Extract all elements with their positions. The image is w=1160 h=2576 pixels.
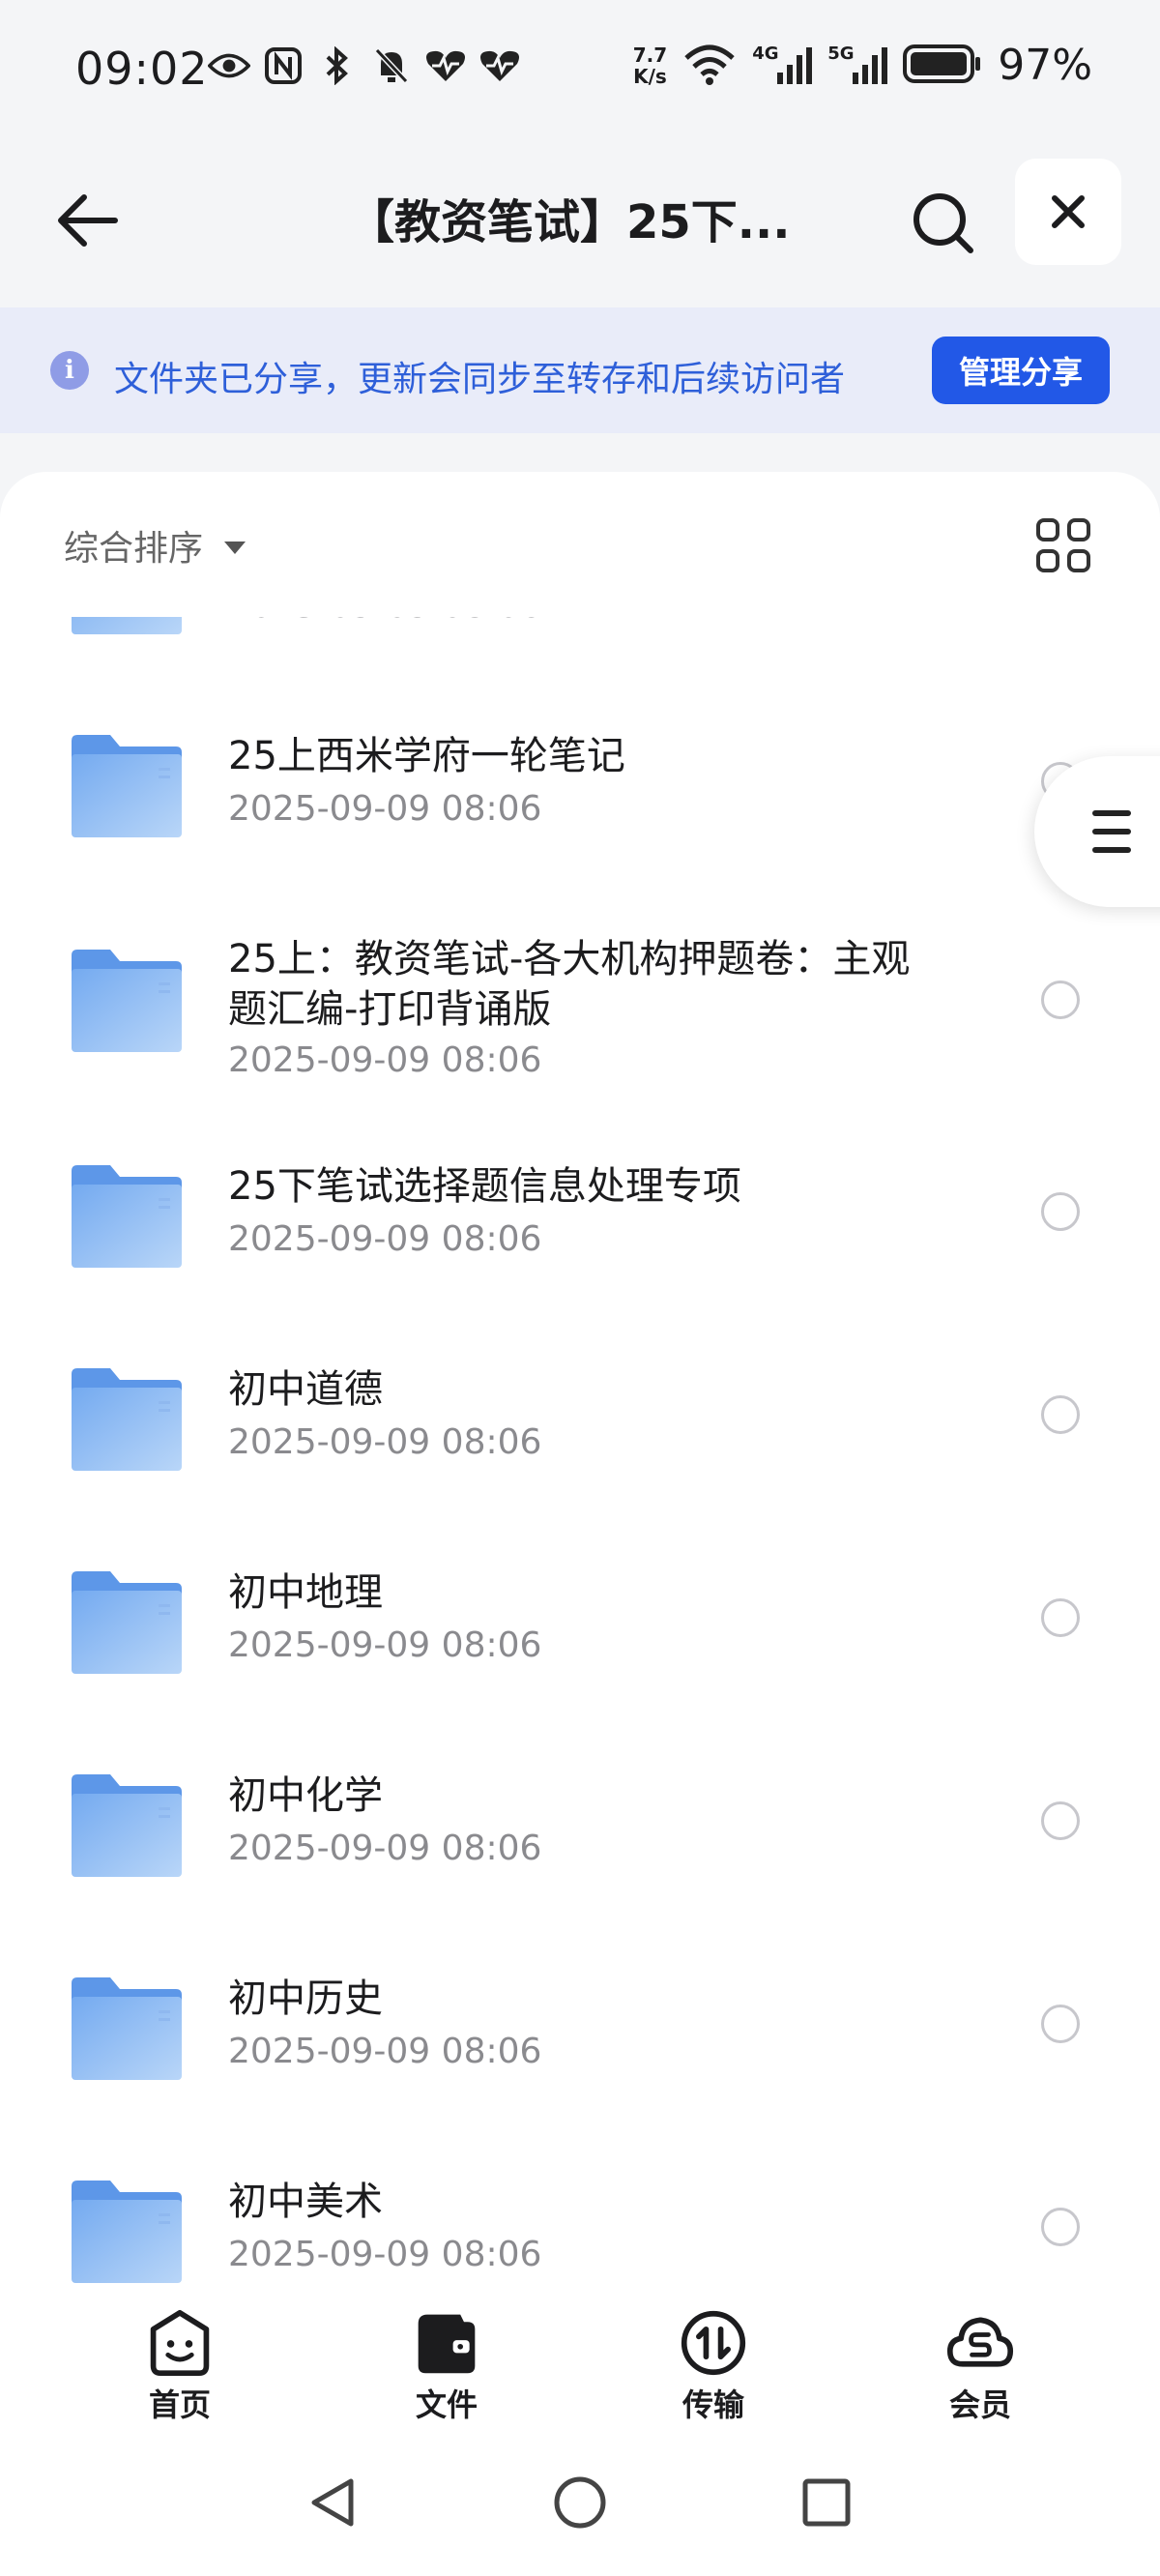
file-list[interactable]: 25上西米学府二轮笔记2025-09-09 08:06 25上西米学府一轮笔记 20… — [0, 617, 1160, 2290]
file-date: 2025-09-09 08:06 — [228, 1040, 542, 1080]
battery-percent: 97% — [998, 41, 1092, 90]
file-name: 初中历史 — [228, 1976, 383, 2021]
heart-rate-icon — [424, 46, 467, 85]
signal-4g-icon: 4G — [752, 44, 813, 88]
circle-home-icon — [554, 2476, 606, 2529]
folder-icon — [68, 733, 184, 839]
file-date: 2025-09-09 08:06 — [228, 1829, 542, 1868]
folder-icon — [68, 1772, 184, 1879]
bluetooth-icon — [316, 46, 359, 85]
eye-icon — [208, 46, 250, 85]
share-banner-text: 文件夹已分享，更新会同步至转存和后续访问者 — [114, 360, 846, 399]
list-item[interactable]: 25上：教资笔试-各大机构押题卷：主观题汇编-打印背诵版 2025-09-09 0… — [0, 888, 1160, 1115]
file-date: 2025-09-09 08:06 — [228, 2235, 542, 2274]
folder-icon — [68, 1163, 184, 1270]
header: 【教资笔试】25下... — [0, 145, 1160, 309]
file-name: 25上：教资笔试-各大机构押题卷：主观题汇编-打印背诵版 — [228, 937, 911, 1032]
caret-down-icon — [224, 541, 246, 554]
file-name: 25上西米学府一轮笔记 — [228, 734, 625, 778]
tab-files-label: 文件 — [415, 2386, 478, 2423]
back-button[interactable] — [48, 182, 126, 259]
folder-icon — [68, 1569, 184, 1676]
select-radio[interactable] — [1041, 1192, 1080, 1231]
folder-icon — [68, 1366, 184, 1473]
close-icon — [1052, 195, 1085, 228]
transfer-icon — [681, 2310, 746, 2376]
file-date: 2025-09-09 08:06 — [228, 1422, 542, 1462]
list-item[interactable]: 25上西米学府二轮笔记2025-09-09 08:06 — [0, 617, 1160, 685]
status-bar: 09:02 7.7 K/s 4G 5G 97% — [0, 0, 1160, 145]
select-radio[interactable] — [1041, 981, 1080, 1019]
tab-member-label: 会员 — [948, 2386, 1011, 2423]
list-item[interactable]: 25下笔试选择题信息处理专项 2025-09-09 08:06 — [0, 1115, 1160, 1318]
sort-label: 综合排序 — [64, 529, 204, 569]
select-radio[interactable] — [1041, 2005, 1080, 2043]
folder-icon — [68, 617, 184, 636]
select-radio[interactable] — [1041, 1395, 1080, 1434]
cloud-s-icon — [946, 2317, 1014, 2367]
nav-back-button[interactable] — [295, 2464, 372, 2541]
folder-icon — [68, 2179, 184, 2285]
file-date: 2025-09-09 08:06 — [228, 617, 541, 626]
share-banner: i 文件夹已分享，更新会同步至转存和后续访问者 管理分享 — [0, 307, 1160, 433]
file-date: 2025-09-09 08:06 — [228, 1625, 542, 1665]
file-name: 初中道德 — [228, 1367, 383, 1412]
net-speed: 7.7 K/s — [632, 43, 668, 88]
file-name: 初中化学 — [228, 1773, 383, 1818]
signal-5g-icon: 5G — [827, 44, 888, 88]
nfc-icon — [262, 46, 304, 85]
close-button[interactable] — [1015, 159, 1121, 265]
file-name: 25下笔试选择题信息处理专项 — [228, 1164, 741, 1209]
file-name: 初中美术 — [228, 2180, 383, 2224]
heart-rate-icon-2 — [478, 46, 521, 85]
select-radio[interactable] — [1041, 2208, 1080, 2246]
list-item[interactable]: 初中美术 2025-09-09 08:06 — [0, 2130, 1160, 2290]
wallet-folder-icon — [418, 2314, 476, 2374]
info-icon: i — [50, 351, 89, 390]
bell-muted-icon — [370, 46, 413, 85]
square-recents-icon — [802, 2478, 851, 2527]
folder-icon — [68, 1976, 184, 2082]
status-left-icons — [208, 46, 521, 85]
list-item[interactable]: 初中化学 2025-09-09 08:06 — [0, 1724, 1160, 1927]
triangle-back-icon — [311, 2478, 354, 2527]
search-icon — [914, 193, 973, 253]
select-radio[interactable] — [1041, 1801, 1080, 1840]
page-title: 【教资笔试】25下... — [348, 195, 791, 249]
tab-transfer-label: 传输 — [682, 2386, 744, 2423]
file-date: 2025-09-09 08:06 — [228, 789, 542, 829]
tab-home[interactable]: 首页 — [102, 2309, 257, 2425]
list-item[interactable]: 25上西米学府一轮笔记 2025-09-09 08:06 — [0, 685, 1160, 888]
nav-recents-button[interactable] — [788, 2464, 865, 2541]
list-item[interactable]: 初中历史 2025-09-09 08:06 — [0, 1927, 1160, 2130]
nav-home-button[interactable] — [541, 2464, 619, 2541]
bottom-tab-bar: 首页 文件 传输 会员 — [0, 2290, 1160, 2435]
list-item[interactable]: 初中地理 2025-09-09 08:06 — [0, 1521, 1160, 1724]
battery-icon — [903, 44, 982, 87]
status-right-icons: 7.7 K/s 4G 5G 97% — [633, 41, 1092, 90]
sort-dropdown[interactable]: 综合排序 — [64, 520, 246, 571]
tab-files[interactable]: 文件 — [369, 2309, 524, 2425]
select-radio[interactable] — [1041, 1598, 1080, 1637]
wifi-icon — [682, 43, 737, 89]
status-time: 09:02 — [75, 43, 209, 95]
file-date: 2025-09-09 08:06 — [228, 2032, 542, 2071]
file-name: 初中地理 — [228, 1570, 383, 1615]
folder-icon — [68, 948, 184, 1054]
file-list-card: 综合排序 25上西米学府二轮笔记2025-09-09 08:0625上西米学府一… — [0, 472, 1160, 2290]
file-date: 2025-09-09 08:06 — [228, 1219, 542, 1259]
search-button[interactable] — [899, 179, 986, 266]
manage-share-button[interactable]: 管理分享 — [932, 337, 1110, 404]
tab-member[interactable]: 会员 — [903, 2309, 1058, 2425]
grid-view-icon[interactable] — [1036, 518, 1090, 572]
arrow-left-icon — [58, 194, 118, 247]
tab-home-label: 首页 — [148, 2386, 211, 2423]
tab-transfer[interactable]: 传输 — [636, 2309, 791, 2425]
list-item[interactable]: 初中道德 2025-09-09 08:06 — [0, 1318, 1160, 1521]
home-face-icon — [150, 2309, 210, 2377]
system-nav-bar — [0, 2435, 1160, 2576]
